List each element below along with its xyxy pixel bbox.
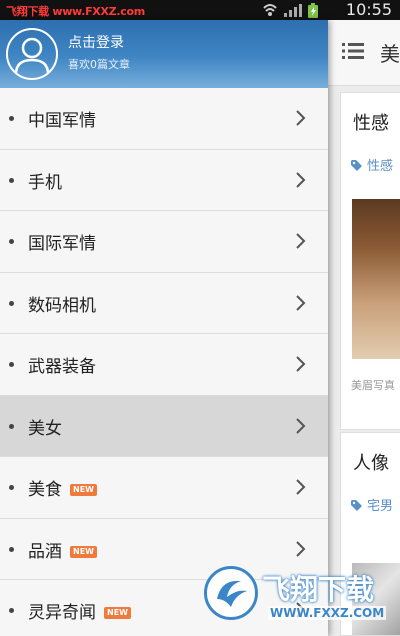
- nav-item-label: 品酒 NEW: [28, 537, 97, 562]
- bullet-icon: [9, 300, 14, 306]
- nav-item-label: 灵异奇闻 NEW: [28, 598, 131, 623]
- drawer-header[interactable]: 点击登录 喜欢0篇文章: [0, 20, 328, 88]
- article-title: 性感: [353, 113, 389, 134]
- nav-item-beauty[interactable]: 美女: [0, 395, 328, 457]
- watermark-logo-url: WWW.FXXZ.COM: [268, 606, 387, 620]
- nav-item-label: 国际军情: [28, 234, 96, 254]
- new-badge: NEW: [104, 607, 131, 619]
- clock: 10:55: [345, 0, 392, 19]
- status-icons: [263, 3, 318, 18]
- status-bar: 飞翔下载 www.FXXZ.com 10:55: [0, 0, 400, 20]
- nav-item-label: 中国军情: [28, 111, 96, 131]
- chevron-right-icon: [296, 294, 306, 311]
- nav-item-china-military[interactable]: 中国军情: [0, 88, 328, 150]
- avatar[interactable]: [6, 28, 58, 80]
- watermark-text: 飞翔下载 www.FXXZ.com: [6, 5, 145, 18]
- watermark-logo-icon: [204, 566, 258, 620]
- nav-item-international-military[interactable]: 国际军情: [0, 211, 328, 273]
- new-badge: NEW: [70, 484, 97, 496]
- menu-icon[interactable]: [342, 42, 364, 60]
- article-tag[interactable]: 宅男: [351, 495, 393, 514]
- tag-label: 性感: [367, 159, 394, 174]
- bullet-icon: [9, 608, 14, 613]
- tag-icon: [351, 500, 362, 511]
- liked-count-label: 喜欢0篇文章: [68, 58, 130, 71]
- chevron-right-icon: [296, 479, 306, 495]
- navigation-drawer: 点击登录 喜欢0篇文章 中国军情 手机 国际军情 数码相机 武器装备 美女 美食…: [0, 20, 328, 636]
- nav-item-mobile[interactable]: 手机: [0, 149, 328, 211]
- wifi-icon: [263, 4, 277, 16]
- article-caption: 美眉写真: [351, 379, 395, 392]
- bullet-icon: [9, 362, 14, 367]
- chevron-right-icon: [296, 110, 306, 126]
- content-header: 美: [328, 20, 400, 86]
- bullet-icon: [9, 177, 14, 183]
- watermark-logo-text: 飞翔下载: [262, 573, 375, 606]
- chevron-right-icon: [296, 356, 306, 372]
- bullet-icon: [9, 423, 14, 429]
- article-title: 人像: [353, 453, 389, 474]
- chevron-right-icon: [296, 540, 306, 557]
- bullet-icon: [9, 485, 14, 490]
- chevron-right-icon: [296, 233, 306, 249]
- nav-item-label: 手机: [28, 172, 62, 193]
- new-badge: NEW: [70, 545, 97, 558]
- nav-item-digital-camera[interactable]: 数码相机: [0, 272, 328, 334]
- nav-item-food[interactable]: 美食 NEW: [0, 457, 328, 519]
- bullet-icon: [9, 116, 14, 121]
- category-list: 中国军情 手机 国际军情 数码相机 武器装备 美女 美食 NEW 品酒 NEW …: [0, 88, 328, 636]
- nav-item-weapons[interactable]: 武器装备: [0, 334, 328, 396]
- battery-icon: [308, 3, 318, 18]
- main-content: 美 性感 性感 美眉写真 人像 宅男: [328, 20, 400, 636]
- tag-icon: [351, 160, 362, 171]
- nav-item-label: 美食 NEW: [28, 475, 97, 500]
- bullet-icon: [9, 239, 14, 244]
- tag-label: 宅男: [367, 499, 394, 514]
- article-image[interactable]: [352, 199, 400, 359]
- nav-item-label: 数码相机: [28, 295, 96, 316]
- page-title: 美: [380, 42, 400, 66]
- nav-item-label: 武器装备: [28, 357, 96, 377]
- bullet-icon: [9, 546, 14, 552]
- chevron-right-icon: [296, 171, 306, 188]
- article-card[interactable]: 性感 性感 美眉写真: [340, 92, 400, 430]
- chevron-right-icon: [296, 417, 306, 434]
- article-tag[interactable]: 性感: [351, 155, 393, 174]
- user-icon: [14, 37, 50, 75]
- watermark-logo: 飞翔下载 WWW.FXXZ.COM: [204, 564, 394, 630]
- nav-item-label: 美女: [28, 418, 62, 439]
- signal-icon: [284, 4, 302, 17]
- login-label[interactable]: 点击登录: [68, 32, 124, 52]
